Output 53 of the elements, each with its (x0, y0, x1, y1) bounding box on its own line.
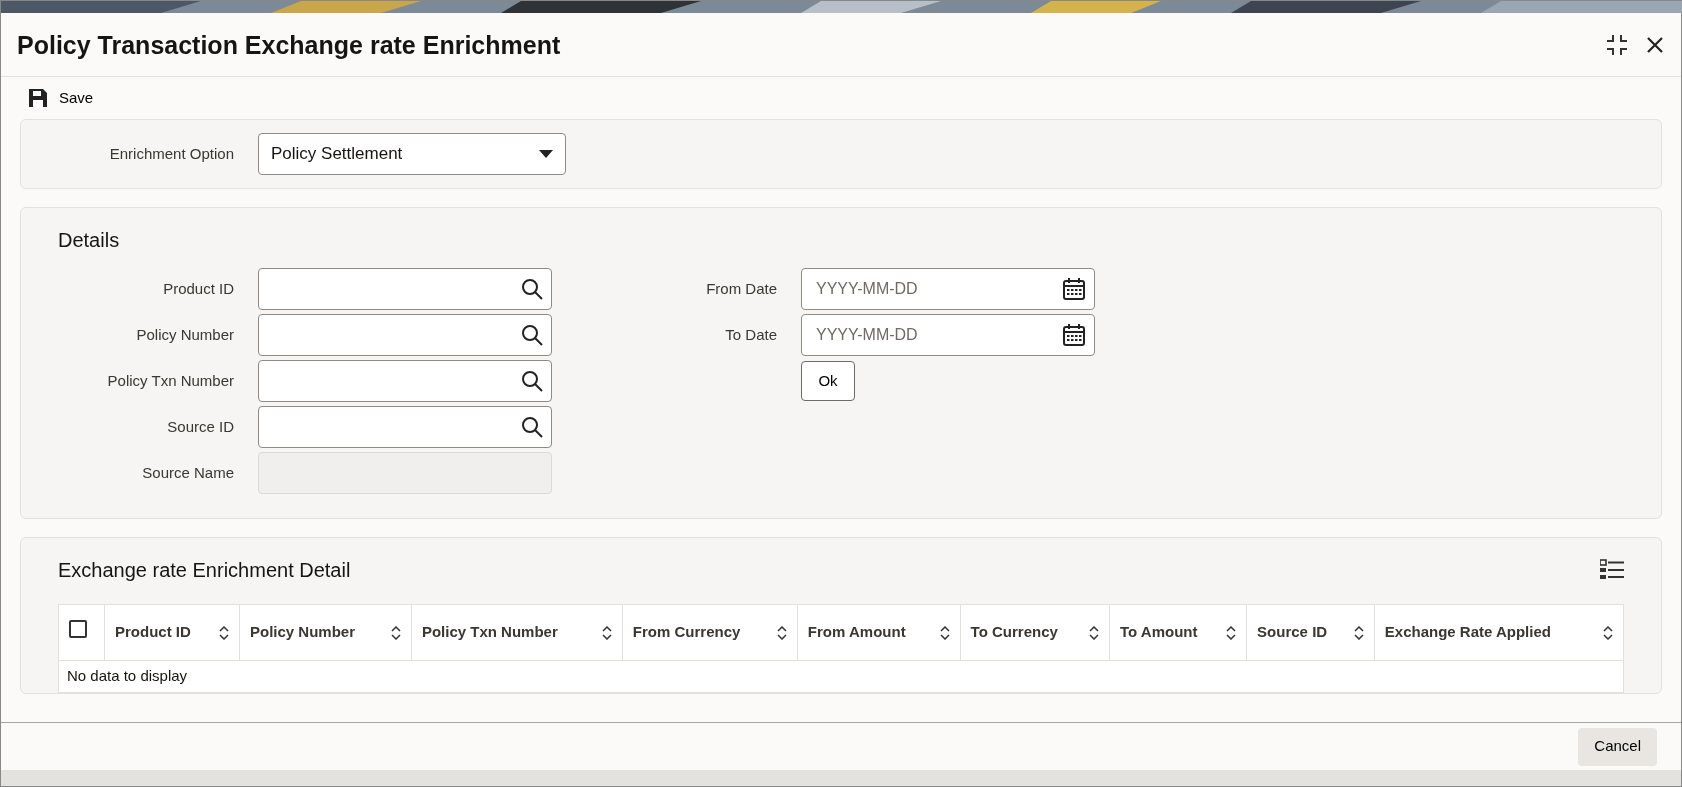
field-label: Product ID (162, 278, 235, 299)
sort-icon[interactable] (601, 625, 612, 640)
sort-icon[interactable] (1353, 625, 1364, 640)
column-header[interactable]: From Amount (797, 604, 961, 661)
input-field[interactable] (258, 268, 552, 310)
column-header[interactable]: From Currency (622, 604, 798, 661)
date-input[interactable]: YYYY-MM-DD (814, 322, 1062, 348)
save-button[interactable]: Save (27, 86, 94, 110)
sort-icon[interactable] (390, 625, 401, 640)
field-label: From Date (705, 278, 778, 299)
date-input[interactable]: YYYY-MM-DD (814, 276, 1062, 302)
date-field[interactable]: YYYY-MM-DD (801, 314, 1095, 356)
column-header[interactable]: Policy Number (239, 604, 412, 661)
sort-icon[interactable] (939, 625, 950, 640)
input-field[interactable] (258, 360, 552, 402)
input-field[interactable] (258, 406, 552, 448)
column-header[interactable]: Product ID (104, 604, 240, 661)
calendar-icon[interactable] (1062, 277, 1086, 301)
checkbox[interactable] (69, 620, 87, 639)
field-label: Policy Number (135, 324, 235, 345)
section-title: Exchange rate Enrichment Detail (58, 558, 351, 582)
sort-icon[interactable] (219, 625, 229, 640)
section-title: Details (57, 228, 121, 252)
sort-icon[interactable] (1603, 625, 1613, 640)
calendar-icon[interactable] (1062, 323, 1086, 347)
window-title: Policy Transaction Exchange rate Enrichment (17, 29, 561, 60)
field-label: To Date (724, 324, 778, 345)
search-icon[interactable] (521, 324, 543, 346)
field-label: Policy Txn Number (106, 370, 235, 391)
sort-icon[interactable] (1226, 625, 1237, 640)
search-icon[interactable] (521, 278, 543, 300)
column-header[interactable]: To Amount (1109, 604, 1247, 661)
close-icon[interactable] (1645, 34, 1665, 55)
column-header[interactable]: Policy Txn Number (411, 604, 623, 661)
empty-message: No data to display (58, 661, 1624, 693)
search-icon[interactable] (521, 416, 543, 438)
field-label: Enrichment Option (108, 143, 235, 164)
column-header[interactable]: Source ID (1246, 604, 1375, 661)
minimize-icon[interactable] (1605, 32, 1629, 57)
list-icon[interactable] (1600, 559, 1624, 581)
ok-button[interactable]: Ok (801, 361, 855, 401)
cancel-button[interactable]: Cancel (1578, 727, 1657, 766)
enrichment-option-select[interactable]: Policy Settlement (258, 133, 566, 175)
field-label: Source Name (141, 462, 235, 483)
column-header[interactable]: To Currency (960, 604, 1110, 661)
caret-icon (539, 150, 553, 158)
field-label: Source ID (166, 416, 235, 437)
sort-icon[interactable] (776, 625, 787, 640)
date-field[interactable]: YYYY-MM-DD (801, 268, 1095, 310)
sort-icon[interactable] (1089, 625, 1099, 640)
column-header[interactable]: Exchange Rate Applied (1374, 604, 1624, 661)
search-icon[interactable] (521, 370, 543, 392)
input-field[interactable] (258, 314, 552, 356)
